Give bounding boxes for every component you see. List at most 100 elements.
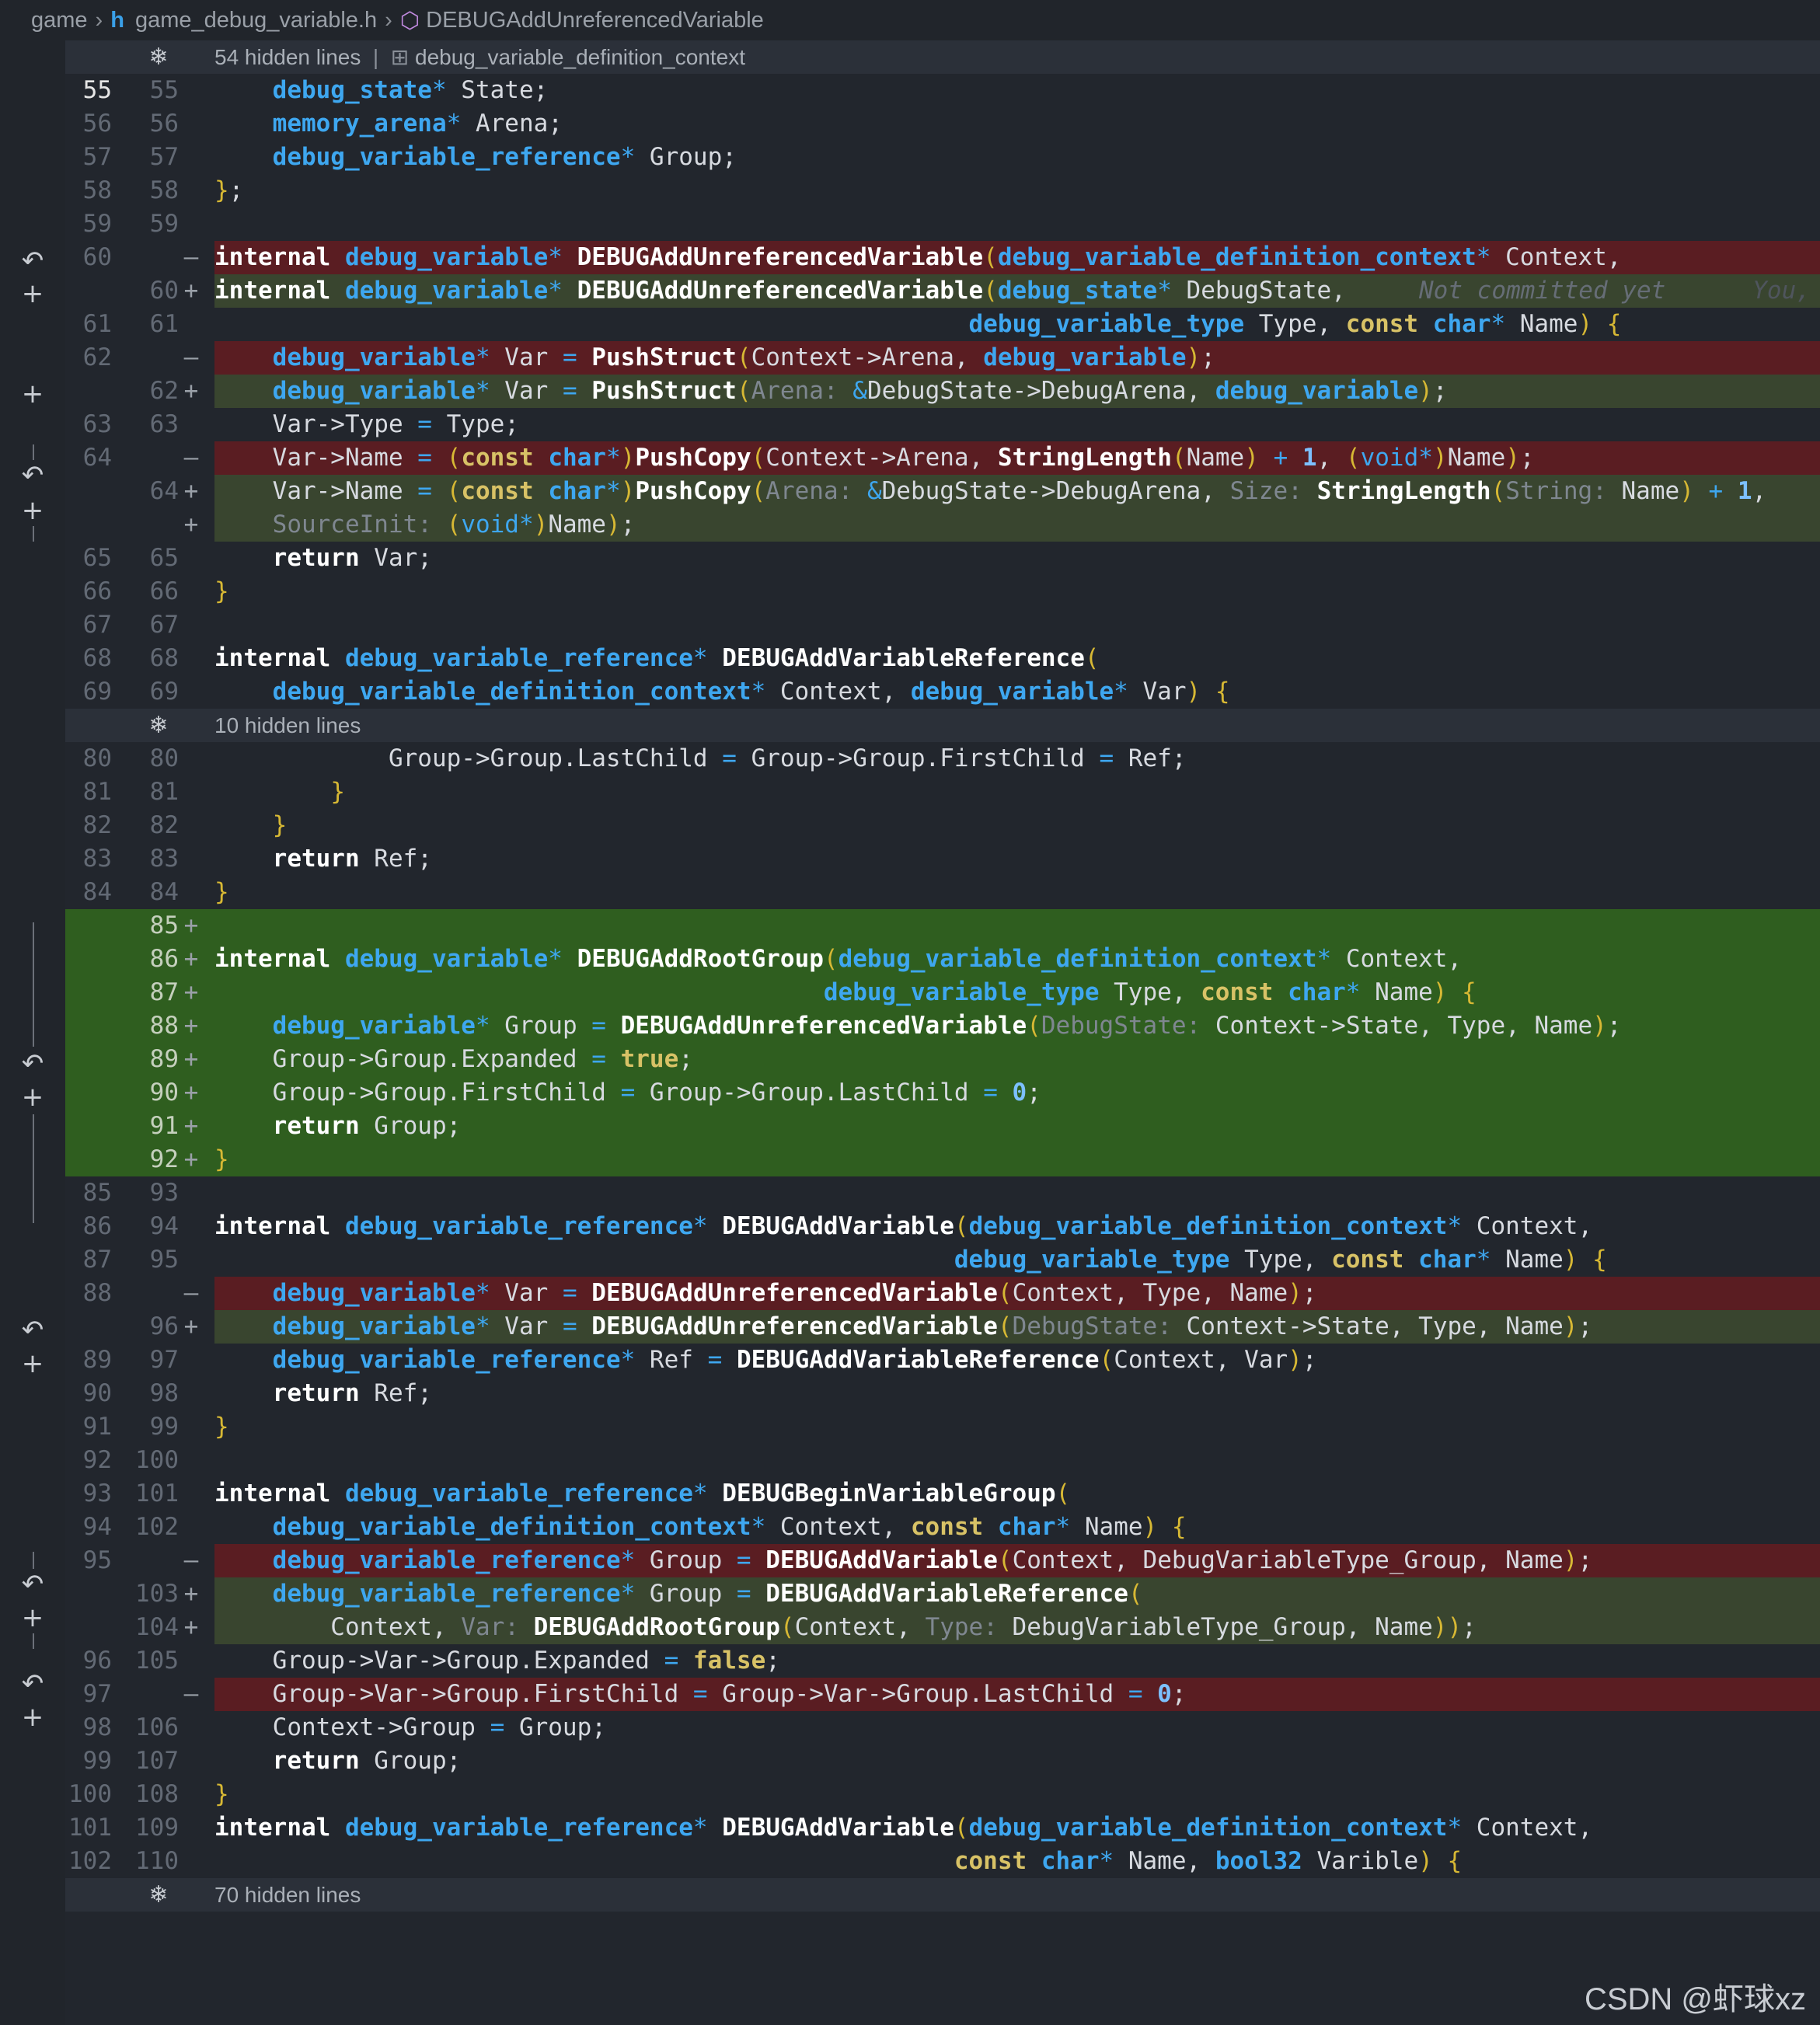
deleted-line[interactable]: 97 — Group->Var->Group.FirstChild = Group…	[65, 1678, 1820, 1711]
code-line[interactable]: 102 110 const char* Name, bool32 Varible)…	[65, 1845, 1820, 1878]
code-line[interactable]: 82 82 }	[65, 809, 1820, 842]
added-line[interactable]: 92 +}	[65, 1143, 1820, 1176]
code-text[interactable]: internal debug_variable_reference* DEBUG…	[214, 1811, 1592, 1845]
code-text[interactable]: }	[214, 1778, 229, 1811]
deleted-line[interactable]: 62 — debug_variable* Var = PushStruct(Con…	[65, 341, 1820, 375]
diff-editor[interactable]: ❄ 54 hidden lines | ⊞ debug_variable_defi…	[65, 40, 1820, 2025]
code-line[interactable]: 69 69 debug_variable_definition_context* …	[65, 675, 1820, 709]
unfold-icon[interactable]: ❄	[143, 40, 174, 74]
deleted-line[interactable]: 64 — Var->Name = (const char*)PushCopy(Co…	[65, 441, 1820, 475]
code-text[interactable]: }	[214, 1410, 229, 1444]
added-line[interactable]: 86 + internal debug_variable* DEBUGAddRoot…	[65, 943, 1820, 976]
code-line[interactable]: 86 94 internal debug_variable_reference* D…	[65, 1210, 1820, 1243]
code-text[interactable]: }	[214, 809, 288, 842]
stage-plus-icon[interactable]: +	[17, 1082, 48, 1113]
code-line[interactable]: 92 100	[65, 1444, 1820, 1477]
added-line[interactable]: 90 + Group->Group.FirstChild = Group->Gro…	[65, 1076, 1820, 1110]
code-line[interactable]: 56 56 memory_arena* Arena;	[65, 107, 1820, 141]
code-text[interactable]: debug_variable_type Type, const char* Na…	[214, 308, 1622, 341]
code-line[interactable]: 96 105 Group->Var->Group.Expanded = false…	[65, 1644, 1820, 1678]
revert-icon[interactable]: ↶	[17, 1668, 48, 1699]
added-line[interactable]: 103 + debug_variable_reference* Group = D…	[65, 1577, 1820, 1611]
code-text[interactable]: Group->Group.LastChild = Group->Group.Fi…	[214, 742, 1187, 775]
code-text[interactable]: debug_variable_reference* Group;	[214, 141, 737, 174]
code-text[interactable]: internal debug_variable_reference* DEBUG…	[214, 1477, 1070, 1511]
code-line[interactable]: 87 95 debug_variable_type Type, const cha…	[65, 1243, 1820, 1277]
code-text[interactable]: return Ref;	[214, 1377, 432, 1410]
code-line[interactable]: 99 107 return Group;	[65, 1744, 1820, 1778]
code-text[interactable]: debug_variable* Var = DEBUGAddUnreferenc…	[214, 1310, 1592, 1344]
hidden-lines-bar[interactable]: ❄ 70 hidden lines	[65, 1878, 1820, 1912]
code-text[interactable]: return Ref;	[214, 842, 432, 876]
code-line[interactable]: 68 68 internal debug_variable_reference* D…	[65, 642, 1820, 675]
code-line[interactable]: 84 84}	[65, 876, 1820, 909]
code-text[interactable]: internal debug_variable* DEBUGAddUnrefer…	[214, 274, 1346, 308]
code-text[interactable]: }	[214, 775, 345, 809]
hidden-lines-bar[interactable]: ❄ 10 hidden lines	[65, 709, 1820, 742]
deleted-line[interactable]: 60 — internal debug_variable* DEBUGAddUnre…	[65, 241, 1820, 274]
breadcrumb-file[interactable]: game_debug_variable.h	[135, 8, 377, 33]
code-text[interactable]: internal debug_variable* DEBUGAddUnrefer…	[214, 241, 1621, 274]
added-line[interactable]: 91 + return Group;	[65, 1110, 1820, 1143]
code-line[interactable]: 91 99}	[65, 1410, 1820, 1444]
revert-icon[interactable]: ↶	[17, 1315, 48, 1346]
code-line[interactable]: 98 106 Context->Group = Group;	[65, 1711, 1820, 1744]
code-text[interactable]: }	[214, 1143, 229, 1176]
code-text[interactable]: Var->Type = Type;	[214, 408, 519, 441]
code-line[interactable]: 67 67	[65, 608, 1820, 642]
code-text[interactable]: memory_arena* Arena;	[214, 107, 563, 141]
code-text[interactable]: return Group;	[214, 1744, 462, 1778]
code-line[interactable]: 83 83 return Ref;	[65, 842, 1820, 876]
code-line[interactable]: 101 109 internal debug_variable_reference*…	[65, 1811, 1820, 1845]
code-text[interactable]: };	[214, 174, 243, 207]
code-text[interactable]: debug_variable_reference* Group = DEBUGA…	[214, 1544, 1592, 1577]
code-line[interactable]: 59 59	[65, 207, 1820, 241]
added-line[interactable]: 87 + debug_variable_type Type, const char…	[65, 976, 1820, 1009]
revert-icon[interactable]: ↶	[17, 1569, 48, 1600]
code-text[interactable]: Var->Name = (const char*)PushCopy(Contex…	[214, 441, 1535, 475]
code-line[interactable]: 93 101 internal debug_variable_reference* …	[65, 1477, 1820, 1511]
added-line[interactable]: 96 + debug_variable* Var = DEBUGAddUnrefe…	[65, 1310, 1820, 1344]
code-line[interactable]: 57 57 debug_variable_reference* Group;	[65, 141, 1820, 174]
stage-plus-icon[interactable]: +	[17, 278, 48, 309]
code-line[interactable]: 85 93	[65, 1176, 1820, 1210]
code-text[interactable]: debug_variable_definition_context* Conte…	[214, 675, 1230, 709]
code-text[interactable]: Var->Name = (const char*)PushCopy(Arena:…	[214, 475, 1767, 508]
code-line[interactable]: 55 55 debug_state* State;	[65, 74, 1820, 107]
code-line[interactable]: 80 80 Group->Group.LastChild = Group->Gro…	[65, 742, 1820, 775]
code-line[interactable]: 89 97 debug_variable_reference* Ref = DEB…	[65, 1344, 1820, 1377]
code-line[interactable]: 66 66}	[65, 575, 1820, 608]
revert-icon[interactable]: ↶	[17, 1048, 48, 1079]
code-text[interactable]: SourceInit: (void*)Name);	[214, 508, 636, 542]
stage-plus-icon[interactable]: +	[17, 1348, 48, 1379]
code-text[interactable]: debug_variable* Group = DEBUGAddUnrefere…	[214, 1009, 1622, 1043]
breadcrumb-symbol[interactable]: DEBUGAddUnreferencedVariable	[426, 8, 764, 33]
added-line[interactable]: 85 +	[65, 909, 1820, 943]
code-line[interactable]: 61 61 debug_variable_type Type, const cha…	[65, 308, 1820, 341]
stage-plus-icon[interactable]: +	[17, 1602, 48, 1633]
code-text[interactable]: internal debug_variable_reference* DEBUG…	[214, 1210, 1592, 1243]
code-text[interactable]: const char* Name, bool32 Varible) {	[214, 1845, 1462, 1878]
code-line[interactable]: 90 98 return Ref;	[65, 1377, 1820, 1410]
deleted-line[interactable]: 88 — debug_variable* Var = DEBUGAddUnrefe…	[65, 1277, 1820, 1310]
added-line[interactable]: 88 + debug_variable* Group = DEBUGAddUnre…	[65, 1009, 1820, 1043]
code-text[interactable]: Group->Group.FirstChild = Group->Group.L…	[214, 1076, 1041, 1110]
code-text[interactable]: internal debug_variable* DEBUGAddRootGro…	[214, 943, 1462, 976]
code-text[interactable]: return Var;	[214, 542, 432, 575]
code-line[interactable]: 65 65 return Var;	[65, 542, 1820, 575]
code-text[interactable]: }	[214, 575, 229, 608]
code-line[interactable]: 94 102 debug_variable_definition_context*…	[65, 1511, 1820, 1544]
hidden-lines-label[interactable]: 70 hidden lines	[214, 1878, 361, 1912]
stage-plus-icon[interactable]: +	[17, 1702, 48, 1733]
added-line[interactable]: 89 + Group->Group.Expanded = true;	[65, 1043, 1820, 1076]
code-line[interactable]: 63 63 Var->Type = Type;	[65, 408, 1820, 441]
code-text[interactable]: debug_variable_definition_context* Conte…	[214, 1511, 1187, 1544]
code-text[interactable]: debug_variable_type Type, const char* Na…	[214, 976, 1477, 1009]
unfold-icon[interactable]: ❄	[143, 709, 174, 742]
added-line[interactable]: 62 + debug_variable* Var = PushStruct(Are…	[65, 375, 1820, 408]
code-text[interactable]: debug_variable* Var = DEBUGAddUnreferenc…	[214, 1277, 1317, 1310]
hidden-lines-label[interactable]: 10 hidden lines	[214, 709, 361, 742]
code-text[interactable]: debug_state* State;	[214, 74, 549, 107]
code-text[interactable]: Context->Group = Group;	[214, 1711, 606, 1744]
code-text[interactable]: debug_variable* Var = PushStruct(Arena: …	[214, 375, 1448, 408]
